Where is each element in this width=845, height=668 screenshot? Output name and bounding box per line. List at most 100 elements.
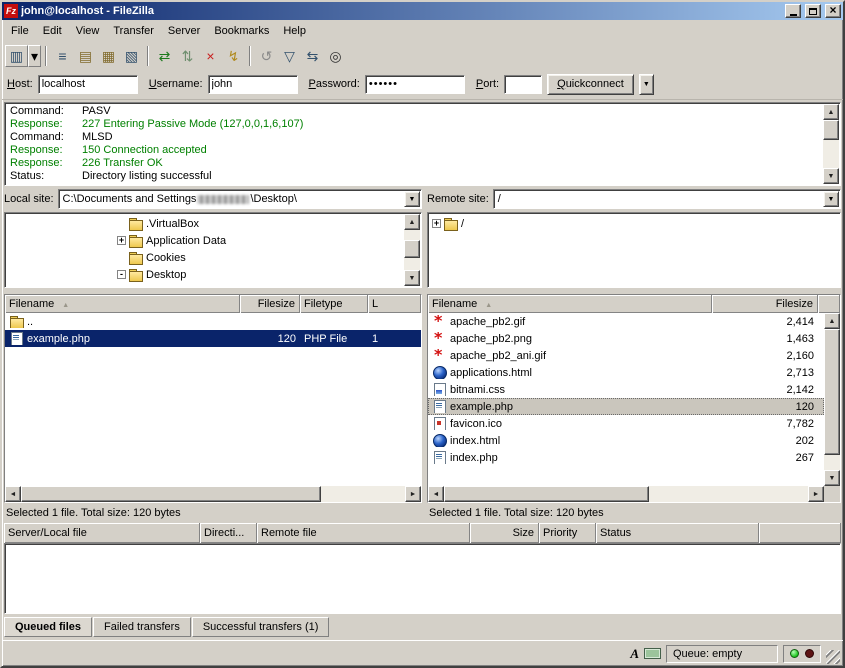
host-input[interactable] [38, 75, 138, 94]
transfer-queue-list[interactable] [4, 543, 841, 614]
title-bar[interactable]: Fz john@localhost - FileZilla [2, 2, 843, 20]
reconnect-button[interactable]: ↺ [255, 45, 278, 67]
remote-horizontal-scrollbar[interactable] [428, 486, 824, 502]
menu-item-edit[interactable]: Edit [36, 21, 69, 41]
tree-item[interactable]: Cookies [5, 249, 403, 266]
column-header-filesize[interactable]: Filesize [240, 295, 300, 313]
password-input[interactable] [365, 75, 465, 94]
refresh-button[interactable]: ⇄ [153, 45, 176, 67]
tree-collapse-minus-icon[interactable]: - [117, 270, 126, 279]
scroll-up-button[interactable] [823, 104, 839, 120]
file-row[interactable]: bitnami.css2,142 [428, 381, 824, 398]
toggle-message-log-button[interactable]: ≡ [51, 45, 74, 67]
scroll-down-button[interactable] [823, 168, 839, 184]
log-line-type: Response: [10, 118, 82, 131]
column-header-direction[interactable]: Directi... [200, 523, 257, 543]
find-files-button[interactable]: ◎ [324, 45, 347, 67]
scroll-left-button[interactable] [5, 486, 21, 502]
tree-item[interactable]: -Desktop [5, 266, 403, 283]
file-row[interactable]: apache_pb2.png1,463 [428, 330, 824, 347]
toggle-local-tree-button[interactable]: ▤ [74, 45, 97, 67]
username-input[interactable] [208, 75, 298, 94]
dropdown-arrow-icon[interactable] [404, 191, 420, 207]
file-row[interactable]: example.php120 [428, 398, 824, 415]
local-site-combo[interactable]: C:\Documents and Settings\Desktop\ [58, 189, 422, 209]
scroll-up-button[interactable] [824, 313, 840, 329]
window-title: john@localhost - FileZilla [21, 5, 781, 17]
column-header-priority[interactable]: Priority [539, 523, 596, 543]
tree-item[interactable]: .VirtualBox [5, 215, 403, 232]
menu-item-view[interactable]: View [69, 21, 107, 41]
resize-grip[interactable] [826, 650, 840, 664]
dropdown-arrow-icon[interactable] [823, 191, 839, 207]
file-row[interactable]: example.php120PHP File1 [5, 330, 421, 347]
scrollbar-track[interactable] [823, 120, 839, 168]
site-manager-dropdown-button[interactable]: ▾ [28, 45, 41, 67]
filter-button[interactable]: ▽ [278, 45, 301, 67]
tab-successful-transfers-1[interactable]: Successful transfers (1) [192, 617, 330, 637]
maximize-button[interactable] [805, 4, 821, 18]
cancel-operation-button[interactable]: × [199, 45, 222, 67]
scrollbar-track[interactable] [824, 329, 840, 470]
scroll-left-button[interactable] [428, 486, 444, 502]
quickconnect-button[interactable]: Quickconnect [547, 74, 634, 95]
scrollbar-thumb[interactable] [404, 240, 420, 258]
compare-button[interactable]: ⇆ [301, 45, 324, 67]
disconnect-button[interactable]: ↯ [222, 45, 245, 67]
toggle-transfer-queue-button[interactable]: ▧ [120, 45, 143, 67]
port-input[interactable] [504, 75, 542, 94]
scroll-up-button[interactable] [404, 214, 420, 230]
column-header-remote-file[interactable]: Remote file [257, 523, 470, 543]
scrollbar-thumb[interactable] [824, 329, 840, 455]
process-queue-button[interactable]: ⇅ [176, 45, 199, 67]
file-row[interactable]: index.php267 [428, 449, 824, 466]
scroll-right-button[interactable] [405, 486, 421, 502]
menu-item-bookmarks[interactable]: Bookmarks [207, 21, 276, 41]
scrollbar-track[interactable] [444, 486, 808, 502]
column-header-filetype[interactable]: Filetype [300, 295, 368, 313]
remote-site-combo[interactable]: / [493, 189, 841, 209]
column-header-status[interactable]: Status [596, 523, 759, 543]
menu-item-server[interactable]: Server [161, 21, 207, 41]
menu-item-file[interactable]: File [4, 21, 36, 41]
scroll-down-button[interactable] [404, 270, 420, 286]
local-horizontal-scrollbar[interactable] [5, 486, 421, 502]
menu-item-help[interactable]: Help [276, 21, 313, 41]
tab-failed-transfers[interactable]: Failed transfers [93, 617, 191, 637]
column-header-filesize[interactable]: Filesize [712, 295, 818, 313]
file-row[interactable]: apache_pb2_ani.gif2,160 [428, 347, 824, 364]
toggle-remote-tree-button[interactable]: ▦ [97, 45, 120, 67]
column-header-last-modified[interactable]: L [368, 295, 421, 313]
tree-item[interactable]: +/ [428, 215, 822, 232]
minimize-button[interactable] [785, 4, 801, 18]
column-header-size[interactable]: Size [470, 523, 539, 543]
scrollbar-track[interactable] [404, 230, 420, 270]
quickconnect-dropdown-button[interactable] [639, 74, 654, 95]
scrollbar-thumb[interactable] [823, 120, 839, 140]
remote-vertical-scrollbar[interactable] [824, 313, 840, 486]
column-header-filename[interactable]: Filename [428, 295, 712, 313]
log-scrollbar[interactable] [823, 104, 839, 184]
file-row[interactable]: applications.html2,713 [428, 364, 824, 381]
scroll-right-button[interactable] [808, 486, 824, 502]
scrollbar-track[interactable] [21, 486, 405, 502]
tree-expand-plus-icon[interactable]: + [117, 236, 126, 245]
close-button[interactable] [825, 4, 841, 18]
scrollbar-thumb[interactable] [444, 486, 649, 502]
column-header-filename[interactable]: Filename [5, 295, 240, 313]
menu-item-transfer[interactable]: Transfer [106, 21, 161, 41]
tree-expand-plus-icon[interactable]: + [432, 219, 441, 228]
scroll-down-button[interactable] [824, 470, 840, 486]
file-row[interactable]: favicon.ico7,782 [428, 415, 824, 432]
tab-queued-files[interactable]: Queued files [4, 617, 92, 637]
column-header-server-local-file[interactable]: Server/Local file [4, 523, 200, 543]
toggle-local-tree-icon: ▤ [79, 49, 92, 63]
tree-item[interactable]: +Application Data [5, 232, 403, 249]
file-row[interactable]: index.html202 [428, 432, 824, 449]
local-tree-scrollbar[interactable] [404, 214, 420, 286]
file-row[interactable]: .. [5, 313, 421, 330]
scrollbar-thumb[interactable] [21, 486, 321, 502]
php-file-icon [9, 332, 24, 345]
open-site-manager-button[interactable]: ▥ [5, 45, 28, 67]
file-row[interactable]: apache_pb2.gif2,414 [428, 313, 824, 330]
